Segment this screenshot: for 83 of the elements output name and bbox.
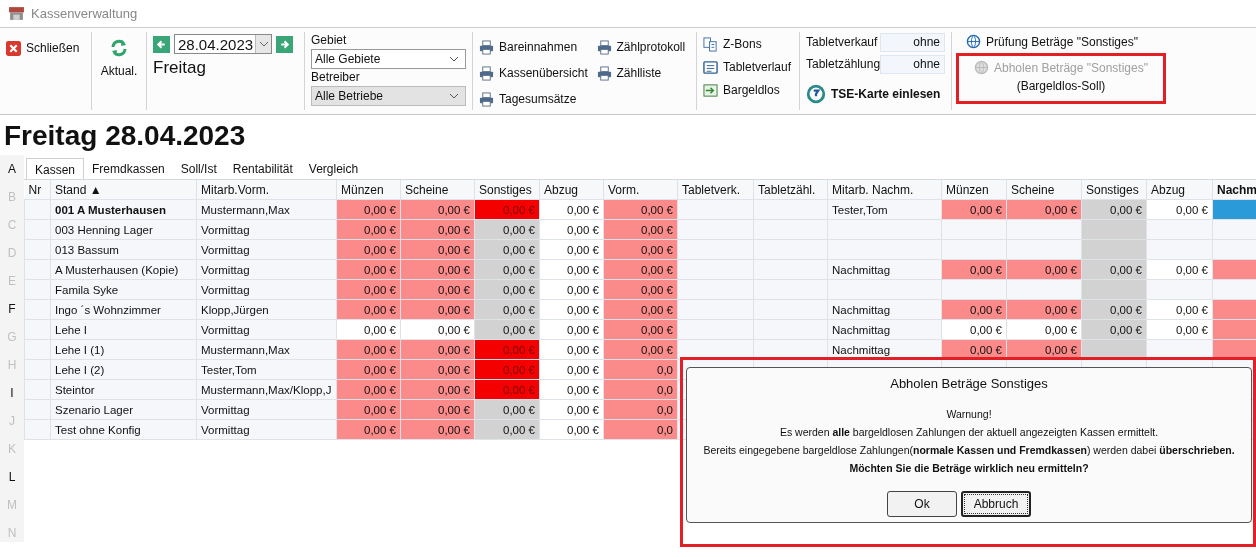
dialog-message: Warnung! <box>946 407 992 422</box>
filter-dropdown[interactable]: Alle Gebiete <box>311 49 466 69</box>
report-button[interactable]: Zählliste <box>596 62 690 84</box>
document-button[interactable]: Tabletverlauf <box>703 57 793 77</box>
chevron-icon <box>449 93 459 99</box>
table-cell: 0,00 € <box>539 199 604 220</box>
table-cell: Mustermann,Max <box>196 199 337 220</box>
dialog-button[interactable]: Abbruch <box>961 491 1031 517</box>
report-button[interactable]: Tagesumsätze <box>479 88 593 110</box>
printer-icon <box>479 65 494 81</box>
column-header[interactable]: Scheine <box>1006 180 1082 200</box>
globe-icon <box>974 60 989 75</box>
column-header[interactable]: Münzen <box>336 180 401 200</box>
document-button[interactable]: Bargeldlos <box>703 80 793 100</box>
previous-day-button[interactable] <box>153 35 170 53</box>
tab[interactable]: Vergleich <box>300 158 367 179</box>
weekday-label: Freitag <box>153 58 207 78</box>
chevron-icon <box>258 41 269 47</box>
report-button[interactable]: Kassenübersicht <box>479 62 593 84</box>
dialog-message: Bereits eingegebene bargeldlose Zahlungen(normale Kassen und Fremdkassen) werden dabei überschrieben. <box>703 443 1235 458</box>
filter-label: Gebiet <box>311 32 348 49</box>
tablet-icon <box>703 59 718 75</box>
index-letter[interactable]: A <box>8 161 16 178</box>
printer-icon <box>479 91 494 107</box>
column-header[interactable]: Sonstiges <box>1081 180 1147 200</box>
tse-button[interactable]: TSE-Karte einlesen <box>806 84 945 104</box>
column-header[interactable]: Münzen <box>941 180 1007 200</box>
globe-icon <box>966 34 981 49</box>
receipts-icon <box>703 36 718 52</box>
table-cell: 0,00 € <box>1006 199 1082 220</box>
tablet-field[interactable]: ohne <box>880 32 945 52</box>
next-day-button[interactable] <box>276 35 293 53</box>
dialog-title: Abholen Beträge Sonstiges <box>890 376 1048 391</box>
column-header[interactable]: Nachm <box>1212 180 1256 200</box>
table-cell: 001 A Musterhausen <box>50 199 197 220</box>
column-header[interactable]: Stand ▲ <box>50 180 197 200</box>
report-button[interactable]: Zählprotokoll <box>596 36 690 58</box>
document-button[interactable]: Z-Bons <box>703 34 793 54</box>
tablet-field-label: Tabletverkauf <box>806 35 876 49</box>
column-header[interactable]: Vorm. <box>603 180 678 200</box>
table-cell: 0,00 € <box>1081 199 1147 220</box>
tablet-field[interactable]: ohne <box>880 54 945 74</box>
close-button[interactable]: Schließen <box>6 38 80 58</box>
table-cell: 0,00 € <box>474 199 540 220</box>
table-cell: Tester,Tom <box>827 199 942 220</box>
tab[interactable]: Kassen <box>26 158 85 179</box>
column-header[interactable]: Tabletzähl. <box>753 180 828 200</box>
table-cell: 0,00 € <box>1146 199 1213 220</box>
dialog-message: Es werden alle bargeldlosen Zahlungen der aktuell angezeigten Kassen ermittelt. <box>779 425 1159 440</box>
index-letter[interactable]: F <box>8 301 16 318</box>
tab[interactable]: Soll/Ist <box>172 158 225 179</box>
chevron-icon <box>449 56 459 62</box>
table-cell: 0,00 € <box>603 199 678 220</box>
window-title: Kassenverwaltung <box>31 6 138 21</box>
table-cell: 0,00 € <box>400 199 475 220</box>
date-field[interactable]: 28.04.2023 <box>174 34 272 54</box>
tab[interactable]: Fremdkassen <box>84 158 173 179</box>
column-header[interactable]: Sonstiges <box>474 180 540 200</box>
transfer-icon <box>703 82 718 98</box>
index-letter[interactable]: L <box>8 469 16 486</box>
dialog-message: Möchten Sie die Beträge wirklich neu ermitteln? <box>849 461 1089 476</box>
printer-icon <box>479 39 494 55</box>
column-header[interactable]: Tabletverk. <box>677 180 754 200</box>
tab[interactable]: Rentabilität <box>224 158 301 179</box>
index-letter[interactable]: I <box>10 385 14 402</box>
dialog-button[interactable]: Ok <box>887 491 957 517</box>
table-cell: 0,00 € <box>941 199 1007 220</box>
printer-icon <box>596 65 612 81</box>
column-header[interactable]: Abzug <box>1146 180 1213 200</box>
filter-label: Betreiber <box>311 69 361 86</box>
close-icon <box>6 40 21 56</box>
column-header[interactable]: Mitarb.Vorm. <box>196 180 337 200</box>
column-header[interactable]: Abzug <box>539 180 604 200</box>
column-header[interactable]: Nr <box>24 180 51 200</box>
page-heading: Freitag 28.04.2023 <box>3 119 247 153</box>
column-header[interactable]: Mitarb. Nachm. <box>827 180 942 200</box>
printer-icon <box>596 39 612 55</box>
table-cell: 0,00 € <box>336 199 401 220</box>
refresh-button[interactable]: Aktual. <box>100 38 138 110</box>
column-header[interactable]: Scheine <box>400 180 475 200</box>
shop-icon <box>8 5 25 22</box>
report-button[interactable]: Bareinnahmen <box>479 36 593 58</box>
fetch-amounts-button[interactable]: Prüfung Beträge "Sonstiges" <box>966 34 1138 49</box>
